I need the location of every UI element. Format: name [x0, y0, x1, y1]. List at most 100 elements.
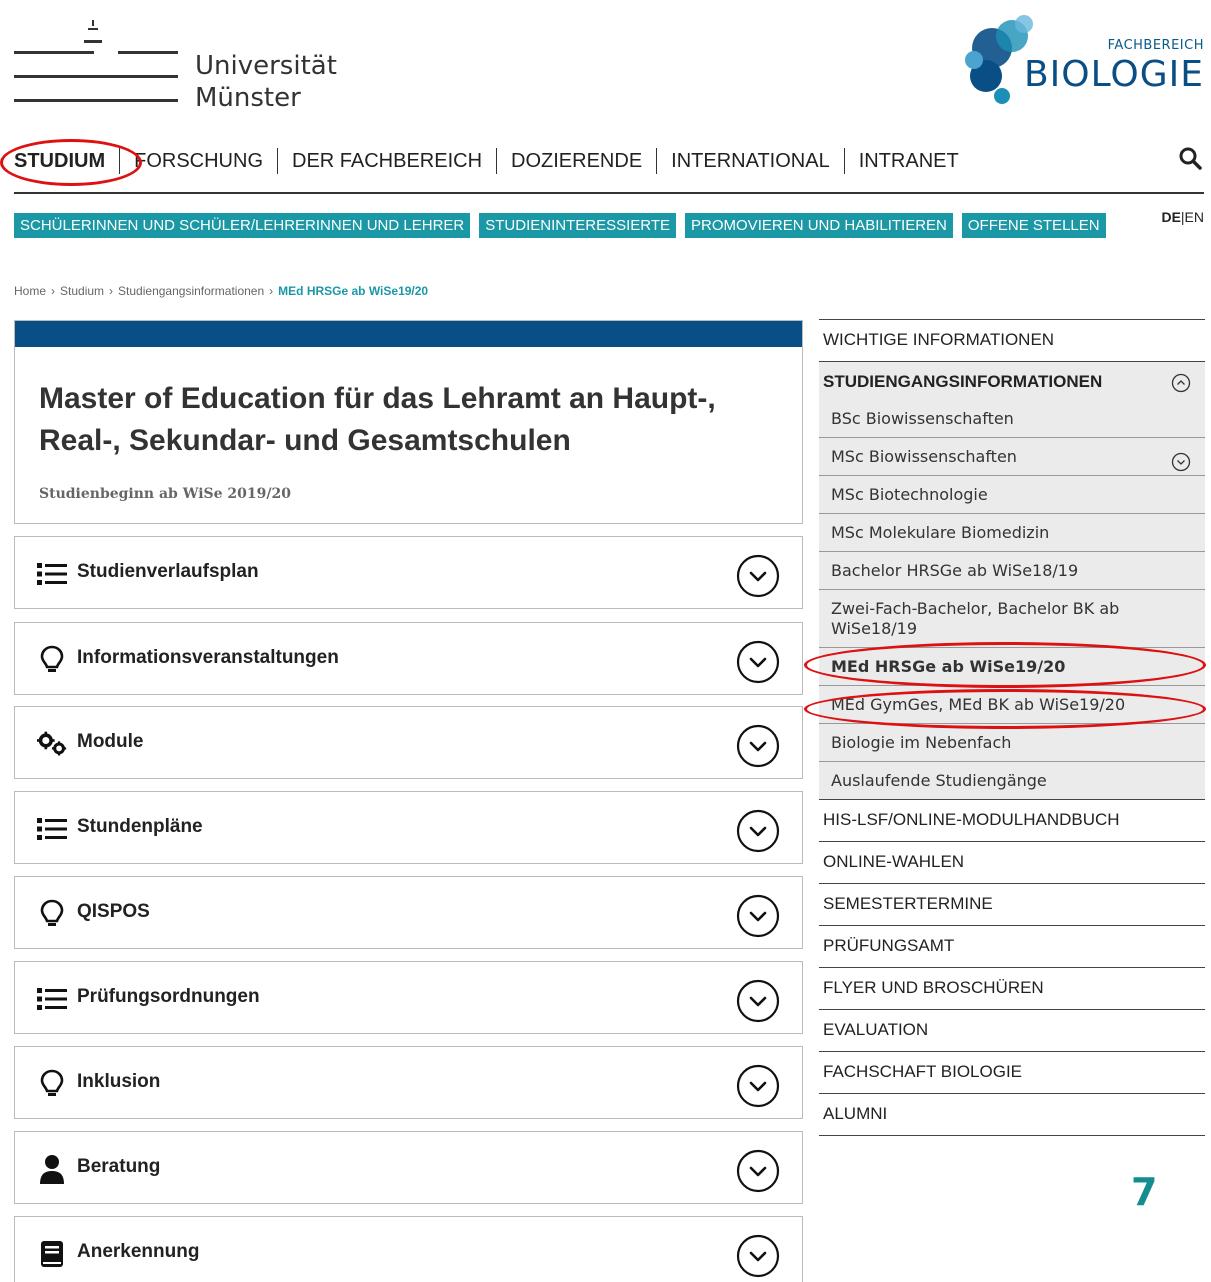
- lightbulb-icon: [37, 1069, 67, 1099]
- book-icon: [37, 1239, 67, 1269]
- nav-dozierende[interactable]: DOZIERENDE: [497, 148, 658, 174]
- sidebar-item-wichtige-informationen[interactable]: WICHTIGE INFORMATIONEN: [819, 319, 1205, 361]
- sidebar-subitem-label: MEd HRSGe ab WiSe19/20: [831, 657, 1066, 676]
- accordion-item[interactable]: Module: [14, 706, 803, 779]
- sidebar-navigation: WICHTIGE INFORMATIONEN STUDIENGANGSINFOR…: [819, 319, 1205, 1136]
- breadcrumb-separator: ›: [51, 284, 56, 298]
- page-number: 7: [1131, 1170, 1158, 1214]
- breadcrumb: Home › Studium › Studiengangsinformationen › M…: [14, 284, 428, 298]
- chevron-down-icon[interactable]: [736, 1064, 780, 1108]
- header-color-bar: [15, 321, 802, 347]
- subnav-studieninteressierte[interactable]: STUDIENINTERESSIERTE: [479, 213, 677, 238]
- chevron-down-icon[interactable]: [736, 894, 780, 938]
- page-title: Master of Education für das Lehramt an H…: [39, 382, 716, 457]
- list-icon: [37, 814, 67, 844]
- chevron-down-icon[interactable]: [736, 640, 780, 684]
- breadcrumb-studium[interactable]: Studium: [60, 284, 104, 298]
- subnav-offene-stellen[interactable]: OFFENE STELLEN: [961, 213, 1106, 238]
- sidebar-subitem[interactable]: Bachelor HRSGe ab WiSe18/19: [819, 551, 1205, 589]
- breadcrumb-home[interactable]: Home: [14, 284, 46, 298]
- breadcrumb-studiengangsinformationen[interactable]: Studiengangsinformationen: [118, 284, 264, 298]
- sidebar-item-label: STUDIENGANGSINFORMATIONEN: [823, 372, 1103, 391]
- accordion-label: Prüfungsordnungen: [77, 986, 260, 1007]
- nav-fachbereich[interactable]: DER FACHBEREICH: [278, 148, 498, 174]
- search-icon[interactable]: [1178, 146, 1204, 172]
- sidebar-subitem[interactable]: MSc Molekulare Biomedizin: [819, 513, 1205, 551]
- language-switcher: DE|EN: [1161, 209, 1204, 225]
- sidebar-subitem-label: MEd GymGes, MEd BK ab WiSe19/20: [831, 695, 1126, 714]
- sidebar-subitem-label: MSc Molekulare Biomedizin: [831, 523, 1050, 542]
- accordion-item[interactable]: Informationsveranstaltungen: [14, 622, 803, 695]
- sidebar-subitem[interactable]: Auslaufende Studiengänge: [819, 761, 1205, 799]
- lang-de[interactable]: DE: [1161, 209, 1180, 225]
- sidebar-more-items: HIS-LSF/ONLINE-MODULHANDBUCH ONLINE-WAHLE…: [819, 799, 1205, 1135]
- sidebar-subitem-label: MSc Biowissenschaften: [831, 447, 1017, 466]
- faculty-label-big: BIOLOGIE: [1023, 54, 1204, 95]
- nav-forschung[interactable]: FORSCHUNG: [120, 148, 278, 174]
- sidebar-item[interactable]: EVALUATION: [819, 1009, 1205, 1051]
- sidebar-subitem-label: BSc Biowissenschaften: [831, 408, 1014, 428]
- sidebar-subitem[interactable]: MSc Biotechnologie: [819, 475, 1205, 513]
- sidebar-subitem[interactable]: MEd HRSGe ab WiSe19/20: [819, 647, 1205, 685]
- university-logo-mark: [14, 20, 178, 102]
- chevron-down-icon[interactable]: [1171, 452, 1191, 472]
- chevron-down-icon[interactable]: [736, 724, 780, 768]
- main-navigation: STUDIUM FORSCHUNG DER FACHBEREICH DOZIER…: [14, 146, 1204, 194]
- user-icon: [37, 1154, 67, 1184]
- sidebar-subitem[interactable]: Biologie im Nebenfach: [819, 723, 1205, 761]
- chevron-down-icon[interactable]: [736, 1234, 780, 1278]
- sidebar-item[interactable]: PRÜFUNGSAMT: [819, 925, 1205, 967]
- accordion-label: Stundenpläne: [77, 816, 203, 837]
- sidebar-item[interactable]: HIS-LSF/ONLINE-MODULHANDBUCH: [819, 799, 1205, 841]
- subnav-schueler[interactable]: SCHÜLERINNEN UND SCHÜLER/LEHRERINNEN UND…: [14, 213, 471, 238]
- nav-international[interactable]: INTERNATIONAL: [657, 148, 845, 174]
- university-name: Universität Münster: [195, 51, 337, 113]
- accordion-item[interactable]: Beratung: [14, 1131, 803, 1204]
- page-subtitle: Studienbeginn ab WiSe 2019/20: [39, 486, 291, 502]
- subnav-promovieren[interactable]: PROMOVIEREN UND HABILITIEREN: [685, 213, 953, 238]
- sidebar-subitem[interactable]: MEd GymGes, MEd BK ab WiSe19/20: [819, 685, 1205, 723]
- sub-navigation: SCHÜLERINNEN UND SCHÜLER/LEHRERINNEN UND…: [14, 213, 1106, 238]
- accordion-label: Beratung: [77, 1156, 161, 1177]
- sidebar-item[interactable]: ALUMNI: [819, 1093, 1205, 1135]
- gears-icon: [37, 729, 67, 759]
- sidebar-item[interactable]: FLYER UND BROSCHÜREN: [819, 967, 1205, 1009]
- faculty-logo[interactable]: FACHBEREICH BIOLOGIE: [962, 14, 1207, 109]
- list-icon: [37, 984, 67, 1014]
- accordion-item[interactable]: Stundenpläne: [14, 791, 803, 864]
- chevron-down-icon[interactable]: [736, 979, 780, 1023]
- accordion-label: Inklusion: [77, 1071, 161, 1092]
- sidebar-subitem-label: Auslaufende Studiengänge: [831, 771, 1047, 790]
- sidebar-subitem[interactable]: BSc Biowissenschaften: [819, 399, 1205, 437]
- breadcrumb-separator: ›: [109, 284, 114, 298]
- nav-intranet[interactable]: INTRANET: [845, 148, 973, 174]
- university-logo[interactable]: Universität Münster: [14, 14, 344, 114]
- lang-en[interactable]: EN: [1185, 209, 1204, 225]
- faculty-label-small: FACHBEREICH: [1107, 38, 1204, 53]
- sidebar-item[interactable]: SEMESTERTERMINE: [819, 883, 1205, 925]
- accordion-label: Informationsveranstaltungen: [77, 647, 339, 668]
- sidebar-subitem-label: Bachelor HRSGe ab WiSe18/19: [831, 561, 1079, 580]
- accordion-item[interactable]: Prüfungsordnungen: [14, 961, 803, 1034]
- list-icon: [37, 559, 67, 589]
- sidebar-subitem[interactable]: MSc Biowissenschaften: [819, 437, 1205, 475]
- chevron-down-icon[interactable]: [736, 809, 780, 853]
- breadcrumb-current: MEd HRSGe ab WiSe19/20: [278, 284, 429, 298]
- sidebar-subitem[interactable]: Zwei-Fach-Bachelor, Bachelor BK ab WiSe1…: [819, 589, 1205, 647]
- accordion-item[interactable]: Inklusion: [14, 1046, 803, 1119]
- accordion-item[interactable]: Anerkennung: [14, 1216, 803, 1282]
- sidebar-item-studiengangsinformationen[interactable]: STUDIENGANGSINFORMATIONEN: [819, 361, 1205, 399]
- accordion-label: Studienverlaufsplan: [77, 561, 259, 582]
- sidebar-item[interactable]: FACHSCHAFT BIOLOGIE: [819, 1051, 1205, 1093]
- accordion-label: Anerkennung: [77, 1241, 200, 1262]
- sidebar-subitem-label: Zwei-Fach-Bachelor, Bachelor BK ab WiSe1…: [831, 598, 1120, 638]
- chevron-up-icon[interactable]: [1171, 373, 1191, 393]
- chevron-down-icon[interactable]: [736, 554, 780, 598]
- sidebar-subitem-label: MSc Biotechnologie: [831, 485, 988, 504]
- sidebar-item[interactable]: ONLINE-WAHLEN: [819, 841, 1205, 883]
- accordion-item[interactable]: QISPOS: [14, 876, 803, 949]
- nav-studium[interactable]: STUDIUM: [14, 148, 121, 174]
- chevron-down-icon[interactable]: [736, 1149, 780, 1193]
- accordion-item[interactable]: Studienverlaufsplan: [14, 536, 803, 609]
- accordion-label: Module: [77, 731, 144, 752]
